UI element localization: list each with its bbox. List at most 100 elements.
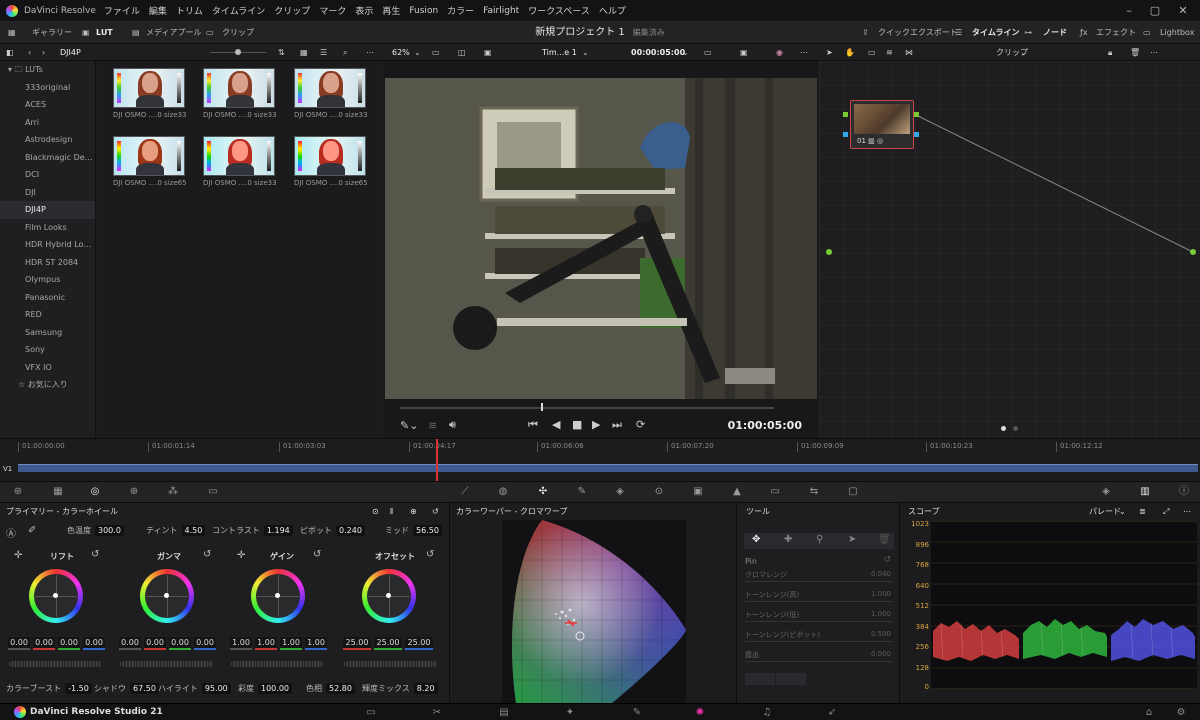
curves-icon[interactable]: ⟋ bbox=[457, 485, 473, 499]
reset-icon[interactable]: ↺ bbox=[426, 549, 434, 560]
pin-icon[interactable]: ⚲ bbox=[816, 534, 823, 545]
menu-playback[interactable]: 再生 bbox=[382, 4, 400, 17]
lut-root-folder[interactable]: ▾ 🗀︎ LUTs bbox=[0, 61, 95, 79]
motion-effects-icon[interactable]: ▭ bbox=[205, 485, 221, 499]
link-icon[interactable]: ⋈ bbox=[905, 44, 913, 61]
chroma-warp-grid[interactable] bbox=[502, 520, 686, 703]
bars-mode-icon[interactable]: ⦀ bbox=[390, 503, 394, 520]
gear-icon[interactable]: ⚙︎ bbox=[1174, 706, 1188, 719]
thumb-size-handle[interactable] bbox=[235, 49, 241, 55]
page-indicator-dot[interactable] bbox=[1001, 426, 1006, 431]
sizing-icon[interactable]: ⇆ bbox=[806, 485, 822, 499]
home-icon[interactable]: ⌂ bbox=[1142, 706, 1156, 719]
rgb-mixer-icon[interactable]: ⁂ bbox=[165, 485, 181, 499]
clips-button[interactable]: クリップ bbox=[222, 21, 254, 44]
gamma-b[interactable]: 0.00 bbox=[194, 637, 216, 650]
scope-mode-dropdown[interactable]: パレード bbox=[1089, 503, 1121, 520]
tool-param-value[interactable]: 1.000 bbox=[871, 610, 891, 618]
tool-param-value[interactable]: 0.500 bbox=[871, 630, 891, 638]
reset-icon[interactable]: ↺ bbox=[883, 555, 891, 565]
gain-r[interactable]: 1.00 bbox=[255, 637, 277, 650]
offset-b[interactable]: 25.00 bbox=[405, 637, 433, 650]
lut-folder-item[interactable]: Film Looks bbox=[0, 219, 95, 237]
single-viewer-icon[interactable]: ▭ bbox=[432, 44, 440, 61]
menu-view[interactable]: 表示 bbox=[355, 4, 373, 17]
qualifier-icon[interactable]: ✎ bbox=[574, 485, 590, 499]
gallery-button[interactable]: ギャラリー bbox=[32, 21, 72, 44]
reset-icon[interactable]: ↺ bbox=[203, 549, 211, 560]
offset-g[interactable]: 25.00 bbox=[374, 637, 402, 650]
log-mode-icon[interactable]: ⊕ bbox=[410, 503, 417, 520]
cut-page-icon[interactable]: ✂︎ bbox=[430, 706, 444, 719]
param-mid-detail[interactable]: ミッド 56.50 bbox=[385, 525, 442, 536]
param-value[interactable]: 0.240 bbox=[336, 525, 365, 536]
nodes-icon[interactable]: ⊶ bbox=[1024, 21, 1032, 44]
lift-y[interactable]: 0.00 bbox=[8, 637, 30, 650]
menu-fairlight[interactable]: Fairlight bbox=[483, 6, 519, 16]
3d-icon[interactable]: ▢ bbox=[845, 485, 861, 499]
gamma-master-wheel[interactable] bbox=[120, 661, 213, 667]
clips-icon[interactable]: ▭ bbox=[206, 21, 214, 44]
gamma-y[interactable]: 0.00 bbox=[119, 637, 141, 650]
param-value[interactable]: 8.20 bbox=[413, 683, 438, 694]
lift-r[interactable]: 0.00 bbox=[33, 637, 55, 650]
viewer-mode-icon[interactable]: ▭ bbox=[704, 44, 712, 61]
timeline-icon[interactable]: ☰ bbox=[955, 21, 962, 44]
menu-file[interactable]: ファイル bbox=[104, 4, 140, 17]
lut-folder-item[interactable]: Olympus bbox=[0, 271, 95, 289]
zoom-level[interactable]: 62% bbox=[392, 44, 410, 61]
lut-folder-item[interactable]: Blackmagic Desi... bbox=[0, 149, 95, 167]
video-clip[interactable] bbox=[18, 464, 1198, 472]
delete-icon[interactable]: 🗑︎ bbox=[878, 534, 891, 545]
param-value[interactable]: 100.00 bbox=[258, 683, 292, 694]
menu-timeline[interactable]: タイムライン bbox=[212, 4, 265, 17]
sort-icon[interactable]: ⇅ bbox=[278, 44, 285, 61]
viewer-scrubber[interactable] bbox=[400, 407, 774, 409]
gallery-icon[interactable]: ▦ bbox=[8, 21, 16, 44]
more-options-icon[interactable]: ⋯ bbox=[366, 44, 374, 61]
menu-help[interactable]: ヘルプ bbox=[599, 4, 626, 17]
lift-wheel[interactable] bbox=[29, 569, 83, 623]
more-options-icon[interactable]: ⋯ bbox=[800, 44, 808, 61]
favorites-item[interactable]: ☆ お気に入り bbox=[0, 376, 95, 394]
lut-folder-item[interactable]: DJI bbox=[0, 184, 95, 202]
lut-folder-item[interactable]: RED bbox=[0, 306, 95, 324]
effects-icon[interactable]: ƒx bbox=[1080, 21, 1088, 44]
deliver-page-icon[interactable]: ➶ bbox=[825, 706, 839, 719]
color-picker-icon[interactable]: ◉ bbox=[776, 44, 783, 61]
close-icon[interactable]: ✕ bbox=[1170, 0, 1196, 21]
param-value[interactable]: 95.00 bbox=[201, 683, 231, 694]
cinema-mode-icon[interactable]: ▣ bbox=[740, 44, 748, 61]
skip-back-icon[interactable]: ⏮︎ bbox=[528, 418, 538, 432]
music-page-icon[interactable]: ♫ bbox=[760, 706, 774, 719]
auto-balance-icon[interactable]: Ⓐ bbox=[6, 525, 16, 540]
lut-folder-item[interactable]: Sony bbox=[0, 341, 95, 359]
lut-folder-item[interactable]: Panasonic bbox=[0, 289, 95, 307]
split-viewer-icon[interactable]: ◫ bbox=[458, 44, 466, 61]
param-pivot[interactable]: ピボット 0.240 bbox=[300, 525, 365, 536]
tool-param-value[interactable]: 0.000 bbox=[871, 650, 891, 658]
minimize-icon[interactable]: – bbox=[1116, 0, 1142, 21]
color-match-icon[interactable]: ▦ bbox=[50, 485, 66, 499]
effects-button[interactable]: エフェクト bbox=[1096, 21, 1136, 44]
param-value[interactable]: 67.50 bbox=[130, 683, 159, 694]
timecode-display[interactable]: 00:00:05:00 bbox=[631, 44, 685, 61]
reset-icon[interactable]: ↺ bbox=[432, 503, 439, 520]
param-temperature[interactable]: 色温度 300.0 bbox=[67, 525, 124, 536]
lightbox-button[interactable]: Lightbox bbox=[1160, 21, 1194, 44]
chevron-down-icon[interactable]: ⌄ bbox=[582, 44, 589, 61]
color-node[interactable]: 01 ▥ ◎ bbox=[850, 100, 914, 149]
video-frame[interactable] bbox=[385, 78, 817, 399]
crosshair-icon[interactable]: ✛ bbox=[237, 550, 245, 561]
chevron-down-icon[interactable]: ⌄ bbox=[1119, 503, 1126, 520]
lut-folder-item[interactable]: HDR Hybrid Log... bbox=[0, 236, 95, 254]
layer-icon[interactable]: ≋ bbox=[886, 44, 893, 61]
wheels-mode-icon[interactable]: ⊙ bbox=[372, 503, 379, 520]
back-icon[interactable]: ‹ bbox=[28, 44, 31, 61]
grid-view-icon[interactable]: ▦ bbox=[300, 44, 308, 61]
lut-folder-item[interactable]: DCI bbox=[0, 166, 95, 184]
timeline-selector[interactable]: Tim...e 1 bbox=[542, 44, 577, 61]
tool-param-value[interactable]: 0.040 bbox=[871, 570, 891, 578]
gamma-g[interactable]: 0.00 bbox=[169, 637, 191, 650]
chevron-down-icon[interactable]: ⌄ bbox=[1020, 44, 1027, 61]
